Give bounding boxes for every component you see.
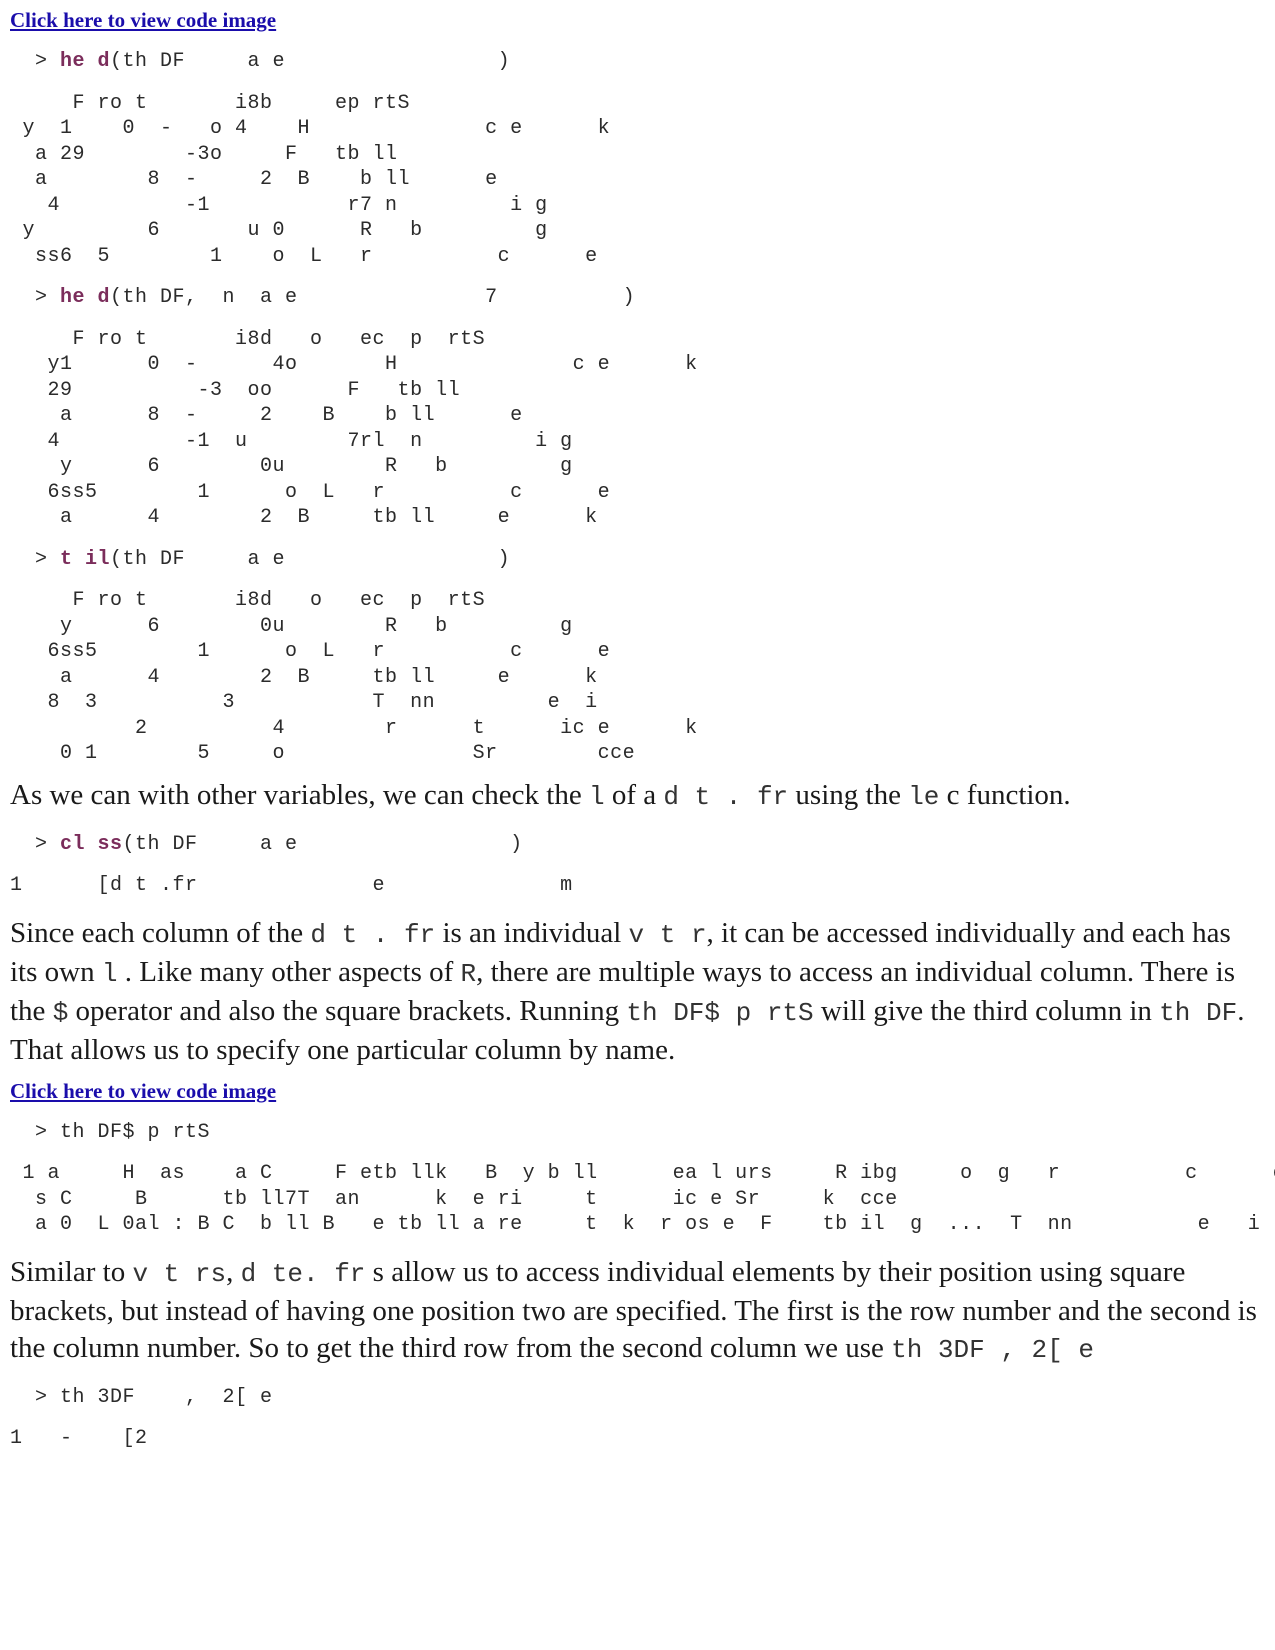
code-output-line: F ro t i8b ep rtS	[10, 91, 411, 115]
code-output-line: a 0 L 0al : B C b ll B e tb ll a re t k …	[10, 1213, 1261, 1236]
code-block-index: > th 3DF , 2[ e 1 - [2	[10, 1385, 1265, 1452]
book-page: Click here to view code image > he d(th …	[10, 8, 1275, 1452]
code-block-head: > he d(th DF a e ) F ro t i8b ep rtS y 1…	[10, 49, 1265, 269]
code-prompt: >	[10, 547, 61, 571]
view-code-image-link-1[interactable]: Click here to view code image	[10, 8, 1265, 33]
code-output-line: 2 4 r t ic e k	[10, 716, 698, 740]
code-function: he d	[60, 286, 111, 309]
code-prompt: >	[10, 832, 61, 856]
code-output-line: 6ss5 1 o L r c e	[10, 480, 611, 504]
code-output-line: 29 -3 oo F tb ll	[10, 378, 461, 402]
code-prompt: >	[10, 50, 61, 73]
code-command: th DF$ p rtS	[60, 1120, 211, 1144]
code-output-line: 1 - [2	[10, 1427, 148, 1450]
code-args: (th DF a e )	[110, 547, 511, 571]
code-args: (th DF a e )	[110, 50, 511, 73]
code-output-line: 4 -1 r7 n i g	[10, 193, 548, 217]
code-output-line: 1 [d t .fr e m	[10, 874, 573, 897]
code-command: th 3DF , 2[ e	[60, 1385, 273, 1409]
code-output-line: a 29 -3o F tb ll	[10, 142, 398, 166]
code-prompt: >	[10, 1385, 61, 1409]
code-output-line: 1 a H as a C F etb llk B y b ll ea l urs…	[10, 1162, 1275, 1185]
code-output-line: s C B tb ll7T an k e ri t ic e Sr k cce	[10, 1187, 898, 1211]
paragraph-class-check: As we can with other variables, we can c…	[10, 778, 1071, 812]
code-block-dollar: > th DF$ p rtS 1 a H as a C F etb llk B …	[10, 1120, 1275, 1238]
code-output-line: y 6 0u R b g	[10, 614, 573, 638]
code-output-line: F ro t i8d o ec p rtS	[10, 327, 486, 351]
code-output-line: F ro t i8d o ec p rtS	[10, 589, 486, 612]
code-output-line: a 4 2 B tb ll e k	[10, 665, 598, 689]
code-function: cl ss	[60, 832, 123, 856]
code-function: t il	[60, 547, 111, 571]
code-prompt: >	[10, 1120, 61, 1144]
view-code-image-link-2[interactable]: Click here to view code image	[10, 1079, 1265, 1104]
code-output-line: y 1 0 - o 4 H c e k	[10, 117, 611, 140]
paragraph-column-access: Since each column of the d t . fr is an …	[10, 916, 1245, 1066]
code-output-line: ss6 5 1 o L r c e	[10, 244, 598, 268]
code-output-line: y 6 0u R b g	[10, 455, 573, 478]
code-output-line: 8 3 3 T nn e i	[10, 691, 598, 714]
code-output-line: a 8 - 2 B b ll e	[10, 404, 523, 427]
code-block-class: > cl ss(th DF a e ) 1 [d t .fr e m	[10, 832, 1265, 899]
code-output-line: 4 -1 u 7rl n i g	[10, 429, 573, 453]
paragraph-square-brackets: Similar to v t rs, d te. fr s allow us t…	[10, 1255, 1257, 1365]
code-output-line: y 6 u 0 R b g	[10, 219, 548, 242]
code-args: (th DF, n a e 7 )	[110, 286, 636, 309]
code-block-tail: > t il(th DF a e ) F ro t i8d o ec p rtS…	[10, 547, 1265, 767]
code-output-line: y1 0 - 4o H c e k	[10, 353, 698, 376]
code-block-head-n: > he d(th DF, n a e 7 ) F ro t i8d o ec …	[10, 285, 1265, 531]
code-output-line: 0 1 5 o Sr cce	[10, 742, 636, 765]
code-args: (th DF a e )	[122, 832, 523, 856]
code-function: he d	[60, 50, 111, 73]
code-prompt: >	[10, 286, 61, 309]
code-output-line: a 4 2 B tb ll e k	[10, 506, 598, 529]
code-output-line: a 8 - 2 B b ll e	[10, 168, 498, 191]
code-output-line: 6ss5 1 o L r c e	[10, 640, 611, 663]
